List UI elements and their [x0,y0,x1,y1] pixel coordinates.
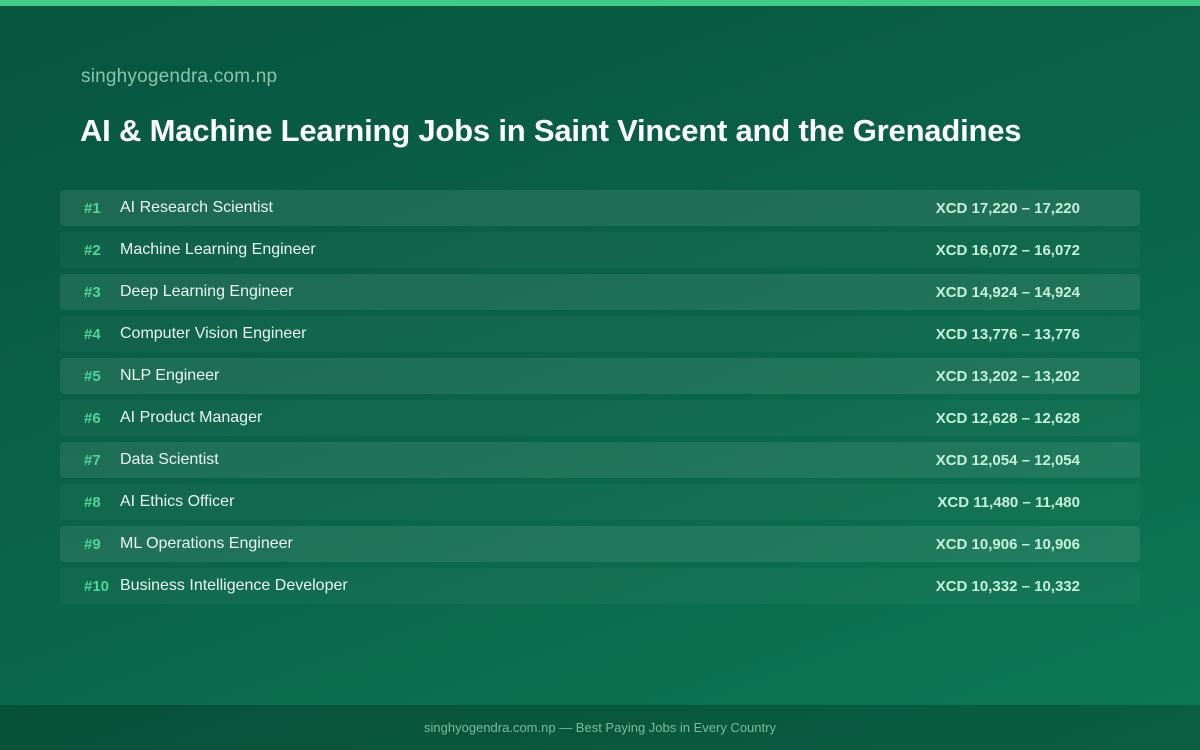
job-row: #9 ML Operations Engineer XCD 10,906 – 1… [60,526,1140,562]
job-salary: XCD 10,332 – 10,332 [935,577,1080,595]
job-salary: XCD 13,202 – 13,202 [935,367,1080,385]
job-rank: #4 [84,325,101,343]
job-title: NLP Engineer [120,367,220,384]
job-salary: XCD 13,776 – 13,776 [935,325,1080,343]
job-salary: XCD 17,220 – 17,220 [935,199,1080,217]
job-row: #5 NLP Engineer XCD 13,202 – 13,202 [60,358,1140,394]
footer-text: singhyogendra.com.np — Best Paying Jobs … [424,720,776,735]
job-rank: #3 [84,283,101,301]
job-row: #4 Computer Vision Engineer XCD 13,776 –… [60,316,1140,352]
job-rank: #2 [84,241,101,259]
job-salary: XCD 14,924 – 14,924 [935,283,1080,301]
job-salary: XCD 12,054 – 12,054 [935,451,1080,469]
job-salary: XCD 11,480 – 11,480 [937,493,1080,511]
job-list: #1 AI Research Scientist XCD 17,220 – 17… [60,190,1140,610]
job-row: #8 AI Ethics Officer XCD 11,480 – 11,480 [60,484,1140,520]
job-row: #10 Business Intelligence Developer XCD … [60,568,1140,604]
job-title: Data Scientist [120,451,219,468]
job-row: #3 Deep Learning Engineer XCD 14,924 – 1… [60,274,1140,310]
job-title: Deep Learning Engineer [120,283,294,300]
job-title: AI Product Manager [120,409,263,426]
job-title: Computer Vision Engineer [120,325,307,342]
job-rank: #7 [84,451,101,469]
job-row: #6 AI Product Manager XCD 12,628 – 12,62… [60,400,1140,436]
job-title: Machine Learning Engineer [120,241,316,258]
job-rank: #10 [84,577,110,595]
site-name: singhyogendra.com.np [81,66,278,87]
job-rank: #6 [84,409,101,427]
job-row: #7 Data Scientist XCD 12,054 – 12,054 [60,442,1140,478]
job-salary: XCD 12,628 – 12,628 [935,409,1080,427]
job-title: AI Research Scientist [120,199,273,216]
job-title: Business Intelligence Developer [120,577,348,594]
job-rank: #1 [84,199,101,217]
job-salary: XCD 16,072 – 16,072 [935,241,1080,259]
job-title: AI Ethics Officer [120,493,235,510]
job-row: #1 AI Research Scientist XCD 17,220 – 17… [60,190,1140,226]
job-title: ML Operations Engineer [120,535,293,552]
job-rank: #5 [84,367,101,385]
job-salary: XCD 10,906 – 10,906 [935,535,1080,553]
page-title: AI & Machine Learning Jobs in Saint Vinc… [80,113,1022,148]
top-accent-bar [0,0,1200,6]
job-row: #2 Machine Learning Engineer XCD 16,072 … [60,232,1140,268]
job-rank: #8 [84,493,101,511]
footer: singhyogendra.com.np — Best Paying Jobs … [0,705,1200,750]
job-rank: #9 [84,535,101,553]
